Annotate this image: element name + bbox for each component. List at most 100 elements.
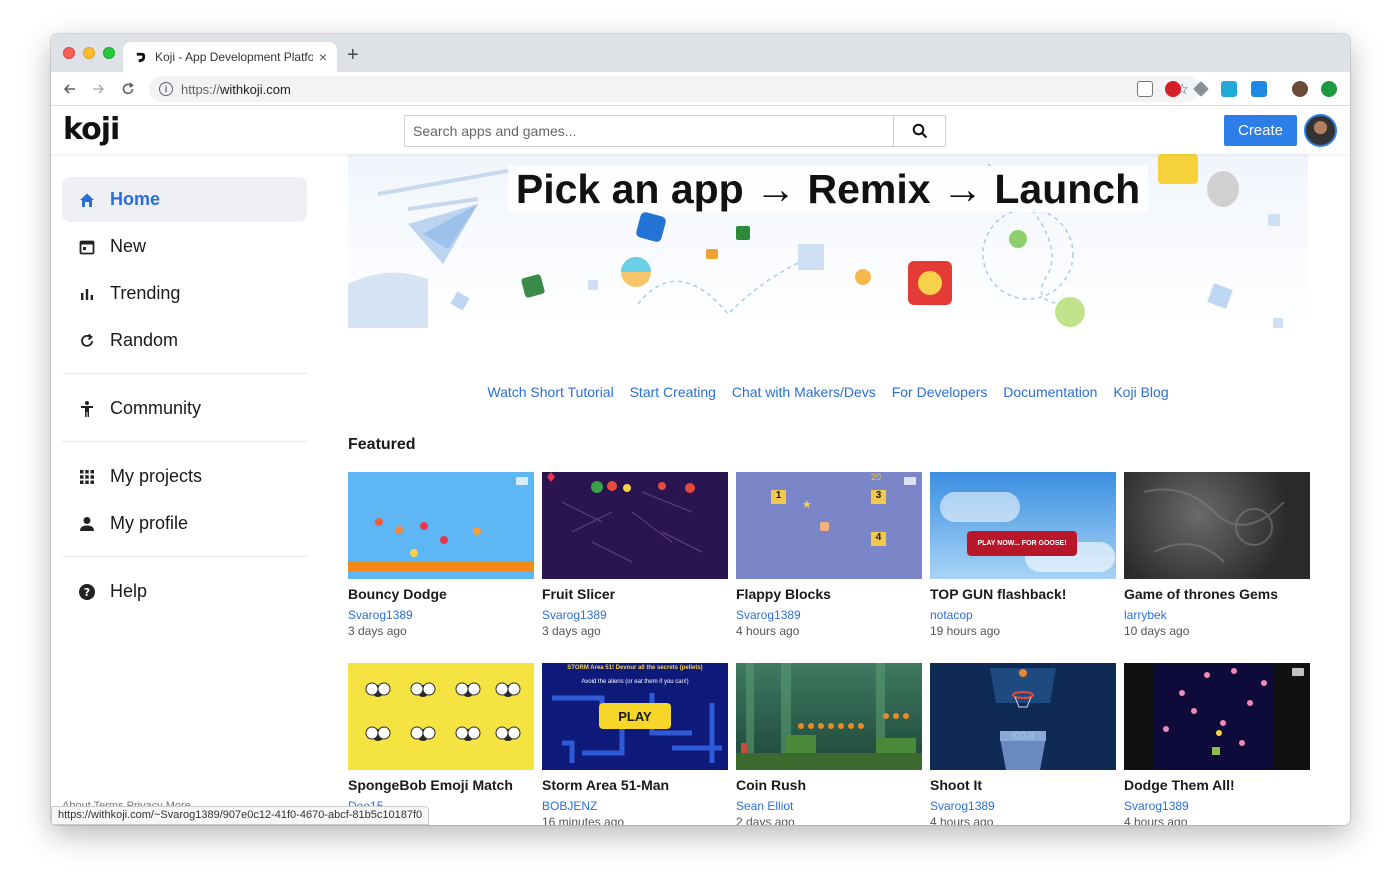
- koji-logo[interactable]: koji: [63, 112, 120, 147]
- app-card[interactable]: Fruit Slicer Svarog1389 3 days ago: [542, 472, 728, 643]
- link-chat-makers[interactable]: Chat with Makers/Devs: [732, 384, 876, 400]
- user-avatar[interactable]: [1304, 114, 1337, 147]
- sidebar-item-label: Trending: [110, 283, 181, 303]
- home-icon: [78, 191, 96, 209]
- app-card[interactable]: SpongeBob Emoji Match Dee15 a month ago: [348, 663, 534, 825]
- app-thumbnail[interactable]: 1 3 4 20 ★: [736, 472, 922, 579]
- close-window-button[interactable]: [63, 47, 75, 59]
- app-card[interactable]: KOJI Shoot It Svarog1389 4 hours ago: [930, 663, 1116, 825]
- sidebar-item-help[interactable]: ? Help: [62, 569, 307, 614]
- app-thumbnail[interactable]: KOJI: [930, 663, 1116, 770]
- grid-icon: [78, 468, 96, 486]
- app-title[interactable]: Fruit Slicer: [542, 586, 728, 602]
- app-card[interactable]: Coin Rush Sean Elliot 2 days ago: [736, 663, 922, 825]
- search-button[interactable]: [893, 116, 945, 146]
- quick-links: Watch Short Tutorial Start Creating Chat…: [348, 384, 1308, 400]
- sidebar-item-random[interactable]: Random: [62, 318, 307, 363]
- app-title[interactable]: Bouncy Dodge: [348, 586, 534, 602]
- sidebar-item-community[interactable]: Community: [62, 386, 307, 431]
- koji-page: koji Create Home New Trending: [51, 106, 1350, 825]
- app-card[interactable]: Dodge Them All! Svarog1389 4 hours ago: [1124, 663, 1310, 825]
- search-icon: [912, 123, 927, 139]
- app-title[interactable]: TOP GUN flashback!: [930, 586, 1116, 602]
- app-title[interactable]: Shoot It: [930, 777, 1116, 793]
- flappy-block: 1: [771, 490, 786, 504]
- site-header: koji Create: [51, 106, 1350, 154]
- user-icon: [78, 515, 96, 533]
- sidebar-item-trending[interactable]: Trending: [62, 271, 307, 316]
- app-title[interactable]: Dodge Them All!: [1124, 777, 1310, 793]
- minimize-window-button[interactable]: [83, 47, 95, 59]
- sidebar-item-label: New: [110, 236, 147, 256]
- site-info-icon[interactable]: i: [159, 82, 173, 96]
- app-author[interactable]: Svarog1389: [542, 608, 728, 622]
- flappy-score: 20: [871, 472, 882, 482]
- sidebar-item-label: My profile: [110, 513, 189, 533]
- flappy-block: 4: [871, 532, 886, 546]
- app-title[interactable]: Flappy Blocks: [736, 586, 922, 602]
- search-bar: [404, 115, 946, 147]
- app-card[interactable]: STORM Area 51! Devour all the secrets (p…: [542, 663, 728, 825]
- browser-toolbar: i https:// withkoji.com ☆: [51, 72, 1350, 106]
- search-input[interactable]: [405, 116, 893, 146]
- address-bar[interactable]: i https:// withkoji.com ☆: [149, 76, 1199, 102]
- tab-strip: Koji - App Development Platfor × +: [51, 34, 1350, 72]
- video-icon: [904, 477, 916, 485]
- app-thumbnail[interactable]: [542, 472, 728, 579]
- app-card[interactable]: Bouncy Dodge Svarog1389 3 days ago: [348, 472, 534, 643]
- app-time: 4 hours ago: [1124, 815, 1188, 825]
- app-thumbnail[interactable]: STORM Area 51! Devour all the secrets (p…: [542, 663, 728, 770]
- app-author[interactable]: Svarog1389: [348, 608, 534, 622]
- profile-avatar-icon[interactable]: [1292, 81, 1308, 97]
- browser-window: Koji - App Development Platfor × + i htt…: [51, 34, 1350, 825]
- app-card[interactable]: PLAY NOW... FOR GOOSE! TOP GUN flashback…: [930, 472, 1116, 643]
- sidebar-item-new[interactable]: New: [62, 224, 307, 269]
- extension-cyan-icon[interactable]: [1221, 81, 1237, 97]
- link-koji-blog[interactable]: Koji Blog: [1113, 384, 1168, 400]
- app-card[interactable]: 1 3 4 20 ★ Flappy Blocks Svarog1389 4 ho…: [736, 472, 922, 643]
- app-author[interactable]: Sean Elliot: [736, 799, 922, 813]
- browser-tab[interactable]: Koji - App Development Platfor ×: [123, 42, 337, 72]
- app-author[interactable]: Svarog1389: [1124, 799, 1310, 813]
- tab-close-icon[interactable]: ×: [319, 49, 327, 65]
- link-start-creating[interactable]: Start Creating: [630, 384, 716, 400]
- app-title[interactable]: Coin Rush: [736, 777, 922, 793]
- reload-icon[interactable]: [117, 78, 139, 100]
- link-watch-tutorial[interactable]: Watch Short Tutorial: [487, 384, 613, 400]
- app-time: 3 days ago: [542, 624, 601, 638]
- app-author[interactable]: Svarog1389: [736, 608, 922, 622]
- storm-play-button: PLAY: [599, 703, 671, 729]
- maximize-window-button[interactable]: [103, 47, 115, 59]
- sidebar-item-label: Community: [110, 398, 202, 418]
- app-title[interactable]: SpongeBob Emoji Match: [348, 777, 534, 793]
- link-documentation[interactable]: Documentation: [1003, 384, 1097, 400]
- app-thumbnail[interactable]: [1124, 472, 1310, 579]
- app-author[interactable]: BOBJENZ: [542, 799, 728, 813]
- app-thumbnail[interactable]: [348, 663, 534, 770]
- app-author[interactable]: Svarog1389: [930, 799, 1116, 813]
- app-title[interactable]: Game of thrones Gems: [1124, 586, 1310, 602]
- sidebar-item-label: Home: [110, 189, 161, 209]
- link-for-developers[interactable]: For Developers: [892, 384, 988, 400]
- extension-green-icon[interactable]: [1321, 81, 1337, 97]
- app-title[interactable]: Storm Area 51-Man: [542, 777, 728, 793]
- sidebar-item-home[interactable]: Home: [62, 177, 307, 222]
- app-thumbnail[interactable]: [1124, 663, 1310, 770]
- app-thumbnail[interactable]: [736, 663, 922, 770]
- sidebar-item-my-projects[interactable]: My projects: [62, 454, 307, 499]
- app-thumbnail[interactable]: PLAY NOW... FOR GOOSE!: [930, 472, 1116, 579]
- app-author[interactable]: larrybek: [1124, 608, 1310, 622]
- new-tab-button[interactable]: +: [347, 45, 359, 65]
- create-button[interactable]: Create: [1224, 115, 1297, 146]
- sidebar-item-label: My projects: [110, 466, 203, 486]
- extension-clipboard-icon[interactable]: [1137, 81, 1153, 97]
- extension-blue-icon[interactable]: [1251, 81, 1267, 97]
- forward-icon[interactable]: [87, 78, 109, 100]
- extension-adblock-icon[interactable]: [1165, 81, 1181, 97]
- app-card[interactable]: Game of thrones Gems larrybek 10 days ag…: [1124, 472, 1310, 643]
- app-thumbnail[interactable]: [348, 472, 534, 579]
- app-author[interactable]: notacop: [930, 608, 1116, 622]
- app-time: 4 hours ago: [930, 815, 994, 825]
- back-icon[interactable]: [59, 78, 81, 100]
- sidebar-item-my-profile[interactable]: My profile: [62, 501, 307, 546]
